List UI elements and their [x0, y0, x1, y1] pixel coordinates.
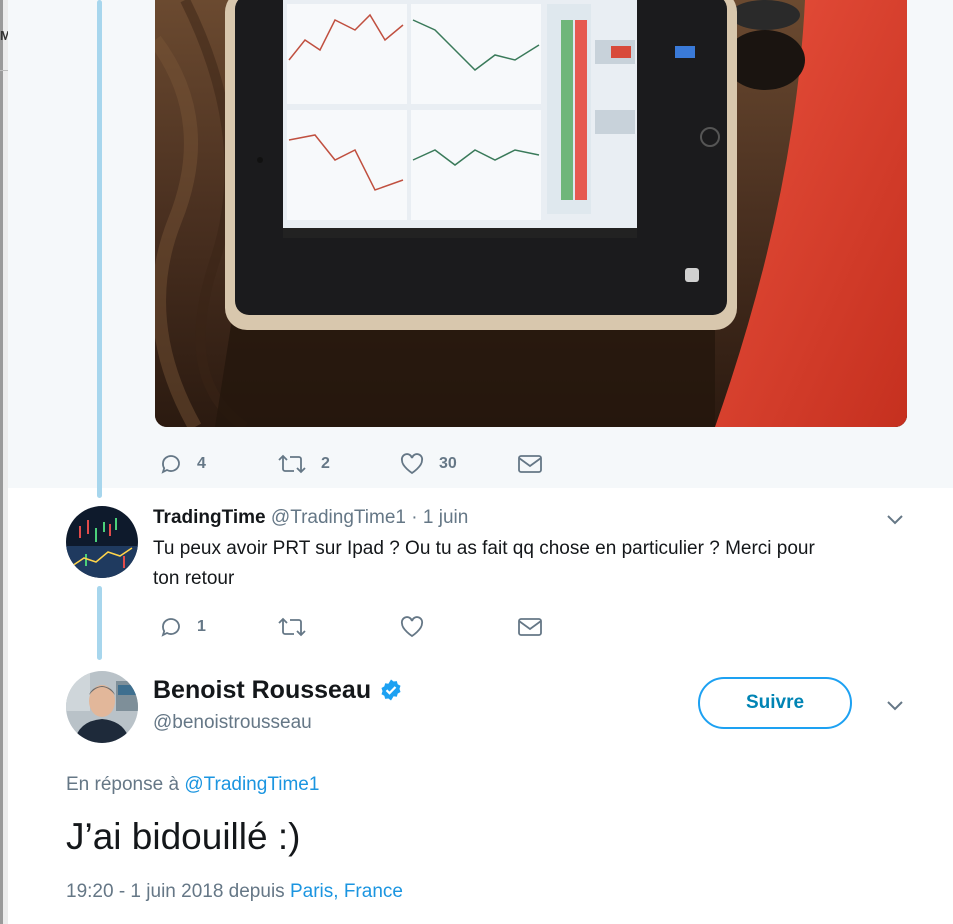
location-country-link[interactable]: France [344, 881, 403, 902]
divider [0, 70, 8, 71]
window-left-edge: M [0, 0, 11, 924]
reply-count: 4 [197, 455, 206, 472]
reply-tweet-actions: 1 [159, 615, 543, 639]
tweet-date[interactable]: 1 juin [423, 507, 468, 528]
direct-message-icon [518, 455, 542, 473]
tradingtime-avatar-image [66, 506, 138, 578]
reply-prefix: En réponse à [66, 774, 180, 795]
direct-message-icon [518, 618, 542, 636]
follow-button[interactable]: Suivre [698, 677, 852, 729]
verified-badge-icon [381, 679, 401, 701]
timestamp-text[interactable]: 19:20 - 1 juin 2018 depuis [66, 881, 285, 902]
top-tweet-actions: 4 2 30 [159, 452, 543, 476]
tweet-timestamp: 19:20 - 1 juin 2018 depuis Paris, France [66, 879, 403, 905]
location-separator: , [333, 881, 339, 902]
reply-count: 1 [197, 618, 206, 635]
like-button[interactable]: 30 [399, 452, 517, 476]
like-button[interactable] [399, 615, 517, 639]
window-border [0, 0, 3, 924]
reply-to-link[interactable]: @TradingTime1 [184, 774, 319, 795]
thread-line-middle [97, 586, 102, 660]
handle[interactable]: @TradingTime1 [271, 507, 406, 528]
tweet-header: TradingTime @TradingTime1 · 1 juin [153, 506, 893, 530]
direct-message-button[interactable] [517, 453, 543, 475]
tweet-text-line: Tu peux avoir PRT sur Ipad ? Ou tu as fa… [153, 538, 815, 559]
thread-line-top [97, 0, 102, 498]
retweet-button[interactable]: 2 [277, 452, 399, 476]
replying-to: En réponse à @TradingTime1 [66, 772, 319, 798]
reply-icon [161, 455, 180, 474]
separator: · [411, 507, 418, 528]
tweet-media-photo[interactable] [155, 0, 907, 427]
like-count: 30 [439, 455, 457, 472]
reply-icon [161, 618, 180, 637]
tweet-text-line: ton retour [153, 568, 235, 589]
tweet-text: Tu peux avoir PRT sur Ipad ? Ou tu as fa… [153, 534, 893, 594]
avatar[interactable] [66, 506, 138, 578]
main-tweet-text: J’ai bidouillé :) [66, 816, 301, 857]
display-name[interactable]: TradingTime [153, 507, 266, 528]
display-name[interactable]: Benoist Rousseau [153, 674, 371, 706]
retweet-icon [278, 454, 306, 474]
main-tweet-header: Benoist Rousseau @benoistrousseau [153, 674, 403, 736]
location-city-link[interactable]: Paris [290, 881, 333, 902]
benoist-avatar-image [66, 671, 138, 743]
retweet-count: 2 [321, 455, 330, 472]
reply-button[interactable]: 4 [159, 452, 277, 476]
retweet-button[interactable] [277, 615, 399, 639]
chevron-down-icon [887, 701, 903, 711]
ipad-photo-illustration [155, 0, 907, 427]
like-icon [400, 453, 424, 475]
like-icon [400, 616, 424, 638]
tweet-options-button[interactable] [884, 694, 906, 721]
reply-button[interactable]: 1 [159, 615, 277, 639]
avatar[interactable] [66, 671, 138, 743]
tweet-options-button[interactable] [884, 508, 906, 535]
handle[interactable]: @benoistrousseau [153, 710, 403, 736]
retweet-icon [278, 617, 306, 637]
direct-message-button[interactable] [517, 616, 543, 638]
follow-button-label: Suivre [745, 692, 805, 713]
reply-tweet[interactable]: TradingTime @TradingTime1 · 1 juin Tu pe… [153, 506, 893, 594]
chevron-down-icon [887, 515, 903, 525]
